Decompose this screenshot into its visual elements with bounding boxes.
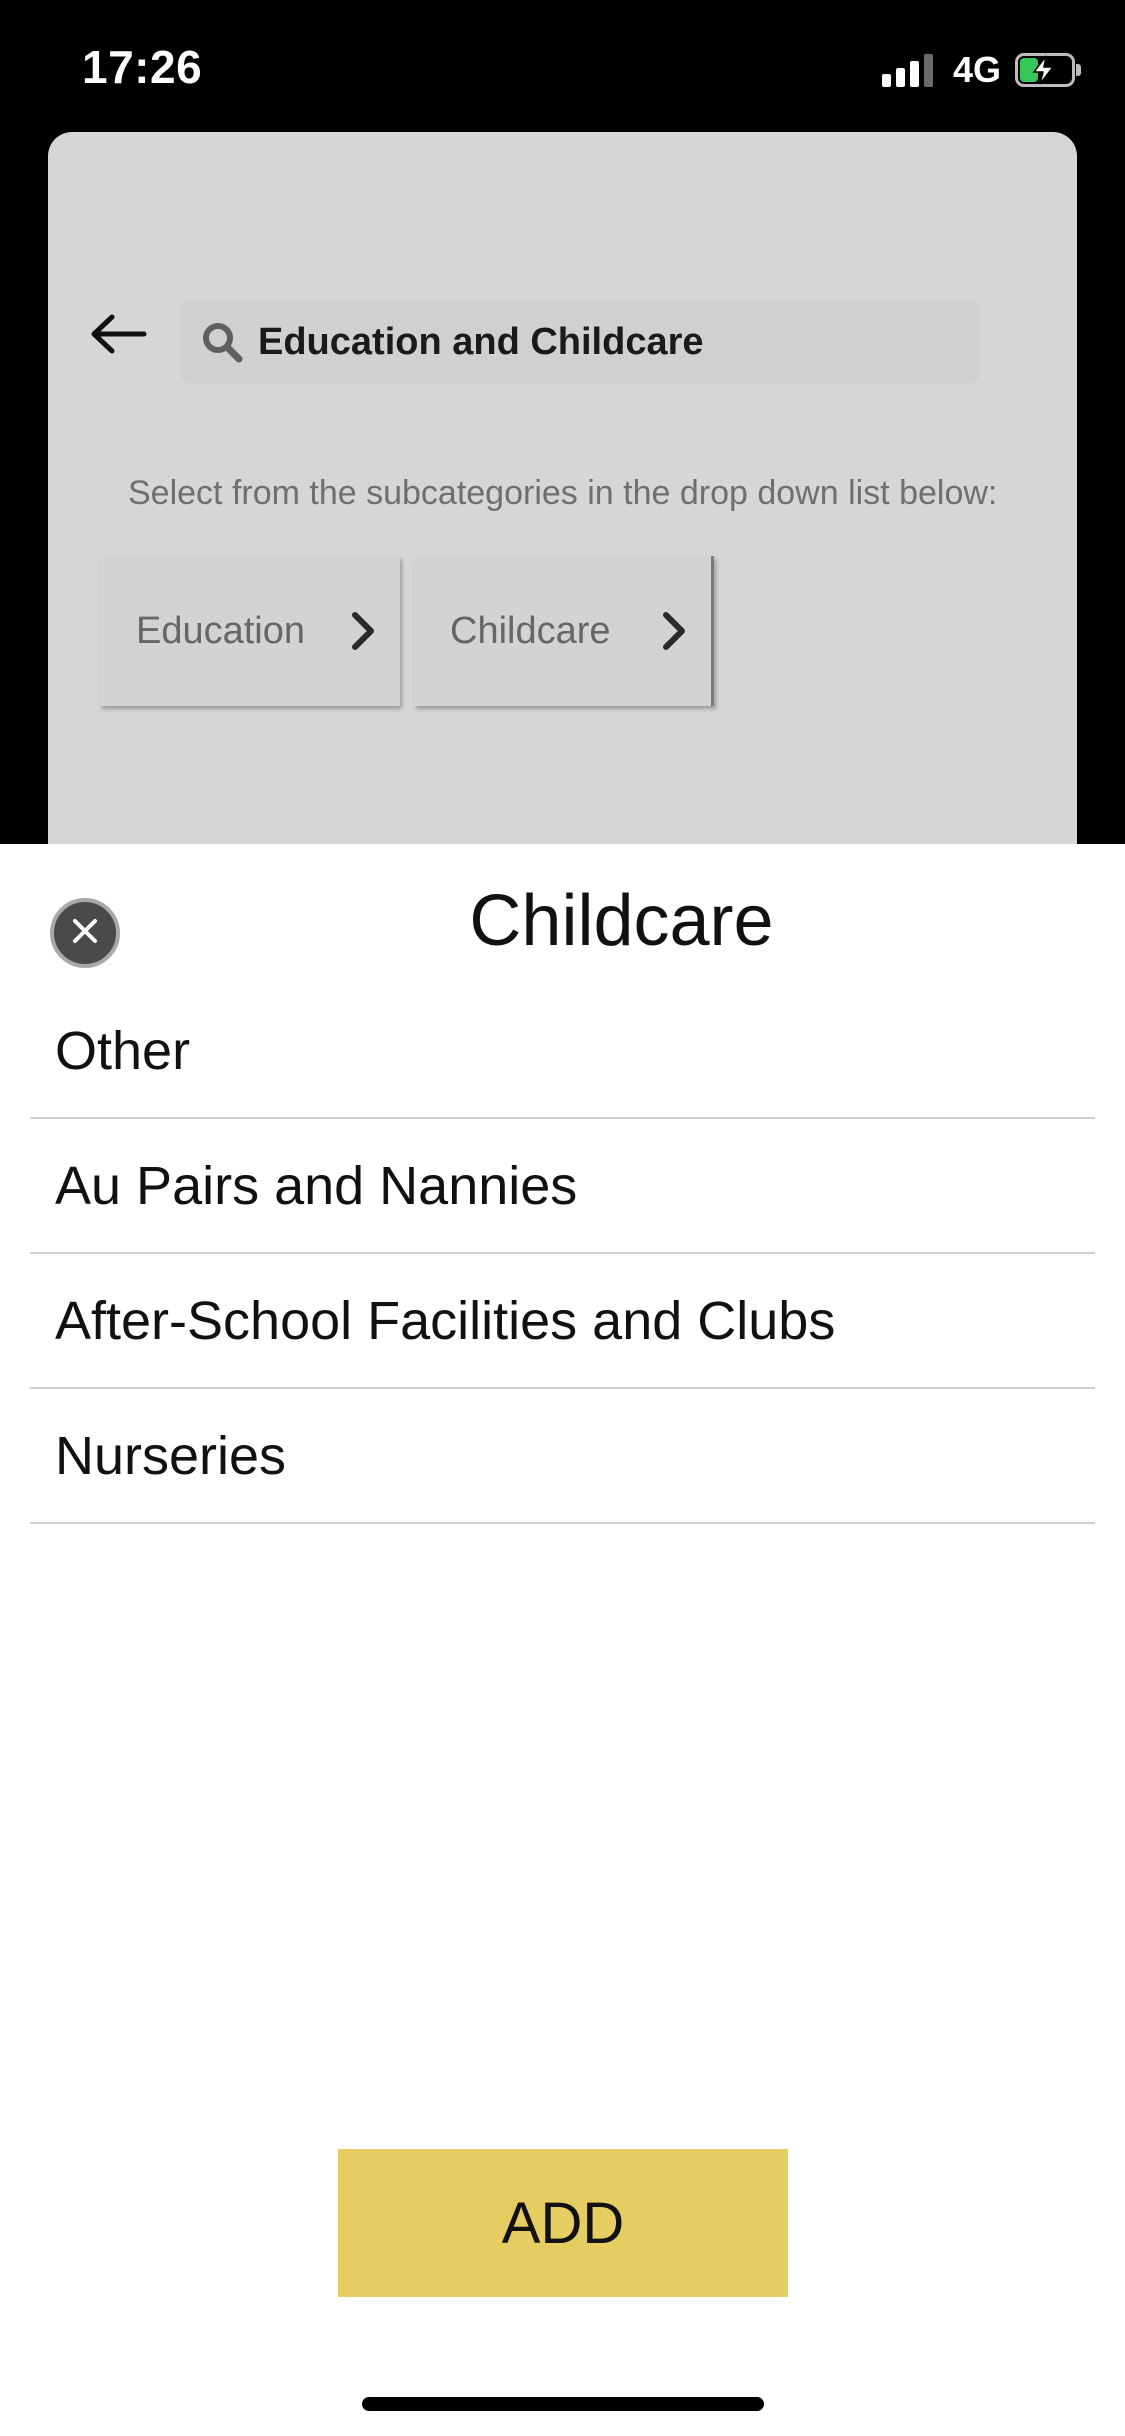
network-label: 4G: [952, 49, 1001, 90]
option-au-pairs-and-nannies[interactable]: Au Pairs and Nannies: [30, 1119, 1095, 1254]
chip-education[interactable]: Education: [100, 556, 400, 706]
status-bar: 17:26 4G: [0, 0, 1125, 132]
option-list: Other Au Pairs and Nannies After-School …: [30, 984, 1095, 1524]
chevron-right-icon: [659, 610, 689, 652]
status-indicators: 4G: [881, 46, 1081, 94]
subcategory-instruction: Select from the subcategories in the dro…: [128, 474, 998, 512]
add-button[interactable]: ADD: [338, 2149, 788, 2297]
status-time: 17:26: [82, 41, 203, 93]
sheet-title: Childcare: [469, 881, 774, 961]
home-indicator: [362, 2397, 764, 2411]
chip-label: Education: [136, 609, 306, 652]
option-other[interactable]: Other: [30, 984, 1095, 1119]
signal-bars-icon: [881, 53, 933, 87]
search-bar[interactable]: Education and Childcare: [180, 300, 980, 384]
bottom-sheet: Childcare Other Au Pairs and Nannies Aft…: [0, 844, 1125, 2436]
background-card: Education and Childcare Select from the …: [48, 132, 1077, 892]
chevron-right-icon: [348, 610, 378, 652]
battery-charging-icon: [1015, 53, 1081, 87]
search-icon: [200, 320, 244, 364]
option-after-school-facilities-and-clubs[interactable]: After-School Facilities and Clubs: [30, 1254, 1095, 1389]
arrow-left-icon[interactable]: [88, 312, 148, 356]
option-nurseries[interactable]: Nurseries: [30, 1389, 1095, 1524]
search-input[interactable]: Education and Childcare: [258, 321, 704, 364]
chip-childcare[interactable]: Childcare: [414, 556, 714, 706]
chip-label: Childcare: [450, 609, 611, 652]
